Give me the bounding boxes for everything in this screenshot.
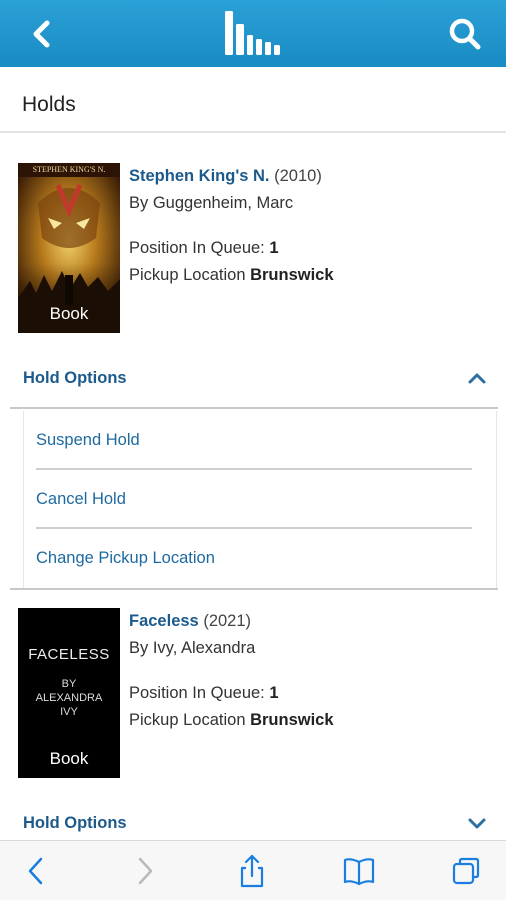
back-button[interactable] [6, 0, 76, 67]
queue-label: Position In Queue: [129, 684, 265, 702]
pickup-label: Pickup Location [129, 711, 246, 729]
cancel-hold-link[interactable]: Cancel Hold [24, 470, 496, 529]
browser-back-button[interactable] [18, 853, 54, 889]
back-icon [28, 857, 43, 885]
hold-info: Faceless (2021) By Ivy, Alexandra Positi… [129, 608, 334, 734]
app-header [0, 0, 506, 67]
hold-options-label: Hold Options [23, 369, 127, 387]
cancel-hold-label: Cancel Hold [36, 490, 126, 508]
suspend-hold-link[interactable]: Suspend Hold [24, 411, 496, 470]
page-title-bar: Holds [0, 67, 506, 133]
author: By Ivy, Alexandra [129, 639, 256, 657]
queue-value: 1 [269, 684, 279, 702]
cover-author-last: IVY [60, 706, 78, 718]
chevron-up-icon [468, 373, 486, 384]
search-button[interactable] [430, 0, 500, 67]
book-cover[interactable]: STEPHEN KING'S N. Book [18, 163, 120, 333]
hold-options-label: Hold Options [23, 814, 127, 832]
bookmarks-icon [343, 858, 375, 886]
queue-value: 1 [269, 239, 279, 257]
forward-icon [138, 857, 153, 885]
hold-options-toggle[interactable]: Hold Options [10, 349, 498, 409]
publication-year: (2021) [203, 612, 252, 630]
cover-format-label: Book [49, 749, 89, 768]
tabs-icon [452, 857, 480, 885]
hold-options-menu: Suspend Hold Cancel Hold Change Pickup L… [24, 411, 496, 588]
cover-art-text: STEPHEN KING'S N. [32, 165, 106, 174]
tabs-button[interactable] [448, 853, 484, 889]
pickup-value: Brunswick [250, 266, 334, 284]
change-pickup-location-link[interactable]: Change Pickup Location [24, 529, 496, 588]
change-pickup-location-label: Change Pickup Location [36, 549, 215, 567]
chevron-down-icon [468, 818, 486, 829]
bookmarks-button[interactable] [341, 853, 377, 889]
chevron-left-icon [33, 20, 50, 47]
suspend-hold-label: Suspend Hold [36, 431, 140, 449]
browser-forward-button[interactable] [127, 853, 163, 889]
queue-label: Position In Queue: [129, 239, 265, 257]
cover-title: FACELESS [28, 646, 110, 663]
cover-author-first: ALEXANDRA [35, 692, 103, 704]
hold-info: Stephen King's N. (2010) By Guggenheim, … [129, 163, 334, 289]
pickup-value: Brunswick [250, 711, 334, 729]
browser-toolbar [0, 840, 506, 900]
page-title: Holds [22, 93, 76, 116]
pickup-label: Pickup Location [129, 266, 246, 284]
title-link[interactable]: Stephen King's N. [129, 167, 270, 185]
divider [10, 407, 498, 409]
search-icon [449, 18, 481, 49]
library-bars-logo[interactable] [223, 11, 283, 56]
share-button[interactable] [234, 853, 270, 889]
author: By Guggenheim, Marc [129, 194, 294, 212]
publication-year: (2010) [274, 167, 322, 185]
cover-by: BY [61, 678, 77, 690]
title-link[interactable]: Faceless [129, 612, 199, 630]
divider [10, 588, 498, 590]
cover-format-label: Book [49, 304, 89, 323]
book-cover[interactable]: FACELESS BY ALEXANDRA IVY Book [18, 608, 120, 778]
share-icon [240, 854, 264, 888]
